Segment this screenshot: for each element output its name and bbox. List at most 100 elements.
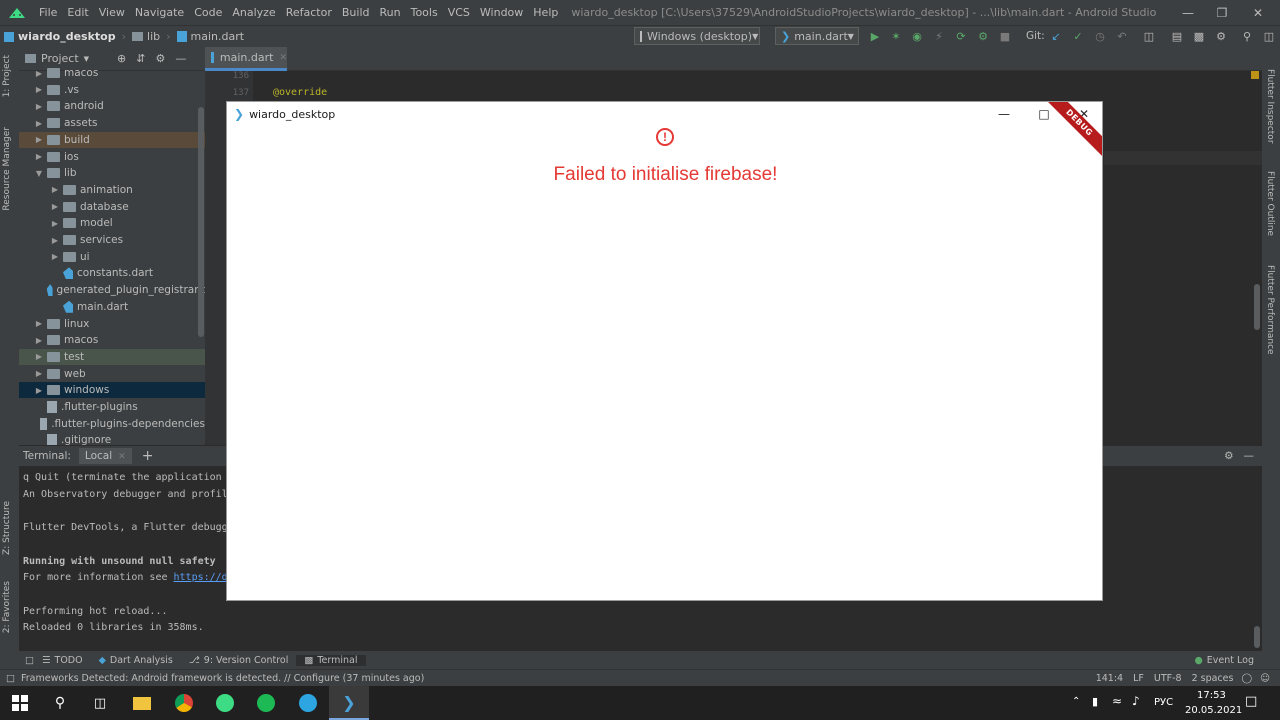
spotify-icon[interactable] — [246, 686, 286, 720]
locate-icon[interactable]: ⊕ — [117, 52, 126, 65]
breadcrumb-file[interactable]: main.dart — [173, 30, 249, 43]
collapse-all-icon[interactable]: ⇵ — [136, 52, 145, 65]
status-message[interactable]: Frameworks Detected: Android framework i… — [21, 673, 424, 684]
notifications-icon[interactable]: □ — [1245, 694, 1257, 709]
tree-item[interactable]: ▶ services — [19, 232, 205, 248]
search-icon[interactable]: ⚲ — [1240, 29, 1254, 43]
tool-version-control[interactable]: ⎇ 9: Version Control — [181, 655, 297, 666]
chevron-down-icon[interactable]: ▼ — [35, 169, 43, 178]
clock-time[interactable]: 17:53 — [1197, 690, 1226, 701]
breadcrumb-lib[interactable]: lib — [128, 30, 164, 43]
chevron-right-icon[interactable]: ▶ — [51, 236, 59, 245]
menu-file[interactable]: File — [34, 6, 62, 19]
maximize-icon[interactable]: ❐ — [1204, 0, 1240, 25]
chevron-up-icon[interactable]: ⌃ — [1072, 696, 1080, 707]
chevron-right-icon[interactable]: ▶ — [51, 202, 59, 211]
hide-icon[interactable]: — — [1244, 450, 1255, 462]
chevron-right-icon[interactable]: ▶ — [35, 85, 43, 94]
tree-item[interactable]: constants.dart — [19, 265, 205, 281]
editor-scrollbar[interactable] — [1254, 284, 1260, 330]
chevron-down-icon[interactable]: ▼ — [84, 55, 89, 63]
menu-refactor[interactable]: Refactor — [281, 6, 337, 19]
tree-item[interactable]: ▶ macos — [19, 332, 205, 348]
indent-setting[interactable]: 2 spaces — [1192, 673, 1234, 684]
tool-dart-analysis[interactable]: ◆ Dart Analysis — [91, 655, 181, 666]
tree-item[interactable]: .gitignore — [19, 432, 205, 445]
add-terminal-icon[interactable]: + — [142, 448, 154, 464]
project-structure-icon[interactable]: ▤ — [1170, 29, 1184, 43]
flutter-outline-tab[interactable]: Flutter Outline — [1265, 171, 1275, 236]
battery-icon[interactable]: ▮ — [1092, 695, 1098, 708]
menu-vcs[interactable]: VCS — [443, 6, 475, 19]
hot-restart-icon[interactable]: ⟳ — [954, 29, 968, 43]
project-panel-title[interactable]: Project — [41, 52, 79, 65]
git-rollback-icon[interactable]: ↶ — [1115, 29, 1129, 43]
search-icon[interactable]: ⚲ — [40, 686, 80, 720]
favorites-tab[interactable]: 2: Favorites — [2, 581, 12, 633]
toggle-panels-icon[interactable]: □ — [25, 655, 34, 666]
chevron-right-icon[interactable]: ▶ — [35, 119, 43, 128]
tree-item[interactable]: ▶ database — [19, 199, 205, 215]
chevron-right-icon[interactable]: ▶ — [35, 369, 43, 378]
git-history-icon[interactable]: ◷ — [1093, 29, 1107, 43]
chrome-icon[interactable] — [164, 686, 204, 720]
chevron-right-icon[interactable]: ▶ — [35, 336, 43, 345]
chevron-right-icon[interactable]: ▶ — [51, 252, 59, 261]
minimize-icon[interactable]: — — [1170, 0, 1206, 25]
tree-item[interactable]: ▼ lib — [19, 165, 205, 181]
run-config-selector[interactable]: ❯ main.dart ▼ — [775, 27, 859, 45]
tree-item[interactable]: ▶ test — [19, 348, 205, 365]
tree-item[interactable]: ▶ model — [19, 215, 205, 231]
structure-tab[interactable]: Z: Structure — [2, 501, 12, 555]
inspector-icon[interactable]: ☺ — [1260, 673, 1270, 684]
chevron-right-icon[interactable]: ▶ — [35, 135, 43, 144]
chevron-right-icon[interactable]: ▶ — [35, 352, 43, 361]
hide-icon[interactable]: — — [175, 52, 186, 65]
tree-item[interactable]: ▶ ui — [19, 249, 205, 265]
warning-marker[interactable] — [1251, 71, 1259, 79]
project-tool-tab[interactable]: 1: Project — [2, 55, 12, 97]
menu-help[interactable]: Help — [528, 6, 563, 19]
run-icon[interactable]: ▶ — [868, 29, 882, 43]
flutter-app-icon[interactable]: ❯ — [329, 686, 369, 720]
tree-item[interactable]: .flutter-plugins-dependencies — [19, 416, 205, 432]
tree-item[interactable]: generated_plugin_registrant — [19, 282, 205, 298]
tool-event-log[interactable]: ● Event Log — [1187, 655, 1263, 666]
chevron-right-icon[interactable]: ▶ — [35, 152, 43, 161]
tree-item[interactable]: ▶ android — [19, 98, 205, 114]
menu-view[interactable]: View — [94, 6, 130, 19]
terminal-scrollbar[interactable] — [1254, 626, 1260, 648]
language-indicator[interactable]: РУС — [1154, 697, 1173, 708]
flutter-inspector-tab[interactable]: Flutter Inspector — [1265, 69, 1275, 144]
attach-debugger-icon[interactable]: ◉ — [910, 29, 924, 43]
tree-item[interactable]: ▶ macos — [19, 65, 205, 81]
wifi-icon[interactable]: ≈ — [1112, 694, 1122, 708]
chevron-right-icon[interactable]: ▶ — [35, 69, 43, 78]
tree-item[interactable]: main.dart — [19, 299, 205, 315]
chevron-right-icon[interactable]: ▶ — [51, 185, 59, 194]
tool-terminal[interactable]: ▩ Terminal — [296, 654, 366, 666]
windows-start-icon[interactable] — [0, 686, 40, 720]
resource-manager-tab[interactable]: Resource Manager — [2, 127, 12, 211]
chevron-right-icon[interactable]: ▶ — [35, 102, 43, 111]
tab-main-dart[interactable]: main.dart ✕ — [205, 47, 287, 71]
tree-item[interactable]: ▶ assets — [19, 115, 205, 131]
code-annotation[interactable]: @override — [273, 87, 327, 98]
tab-terminal-local[interactable]: Local ✕ — [78, 448, 132, 464]
flutter-performance-tab[interactable]: Flutter Performance — [1265, 265, 1275, 355]
settings-icon[interactable]: ⚙ — [1214, 29, 1228, 43]
chevron-right-icon[interactable]: ▶ — [51, 219, 59, 228]
project-scrollbar[interactable] — [198, 107, 204, 337]
close-tab-icon[interactable]: ✕ — [279, 53, 287, 63]
volume-icon[interactable]: ♪ — [1132, 694, 1140, 708]
app-minimize-icon[interactable]: — — [985, 102, 1023, 126]
menu-navigate[interactable]: Navigate — [130, 6, 189, 19]
menu-window[interactable]: Window — [475, 6, 528, 19]
close-tab-icon[interactable]: ✕ — [118, 452, 126, 462]
menu-code[interactable]: Code — [189, 6, 227, 19]
tree-item[interactable]: ▶ build — [19, 131, 205, 148]
file-encoding[interactable]: UTF-8 — [1154, 673, 1182, 684]
clock-date[interactable]: 20.05.2021 — [1185, 705, 1242, 716]
settings-icon[interactable]: ⚙ — [1224, 450, 1233, 462]
line-separator[interactable]: LF — [1133, 673, 1144, 684]
